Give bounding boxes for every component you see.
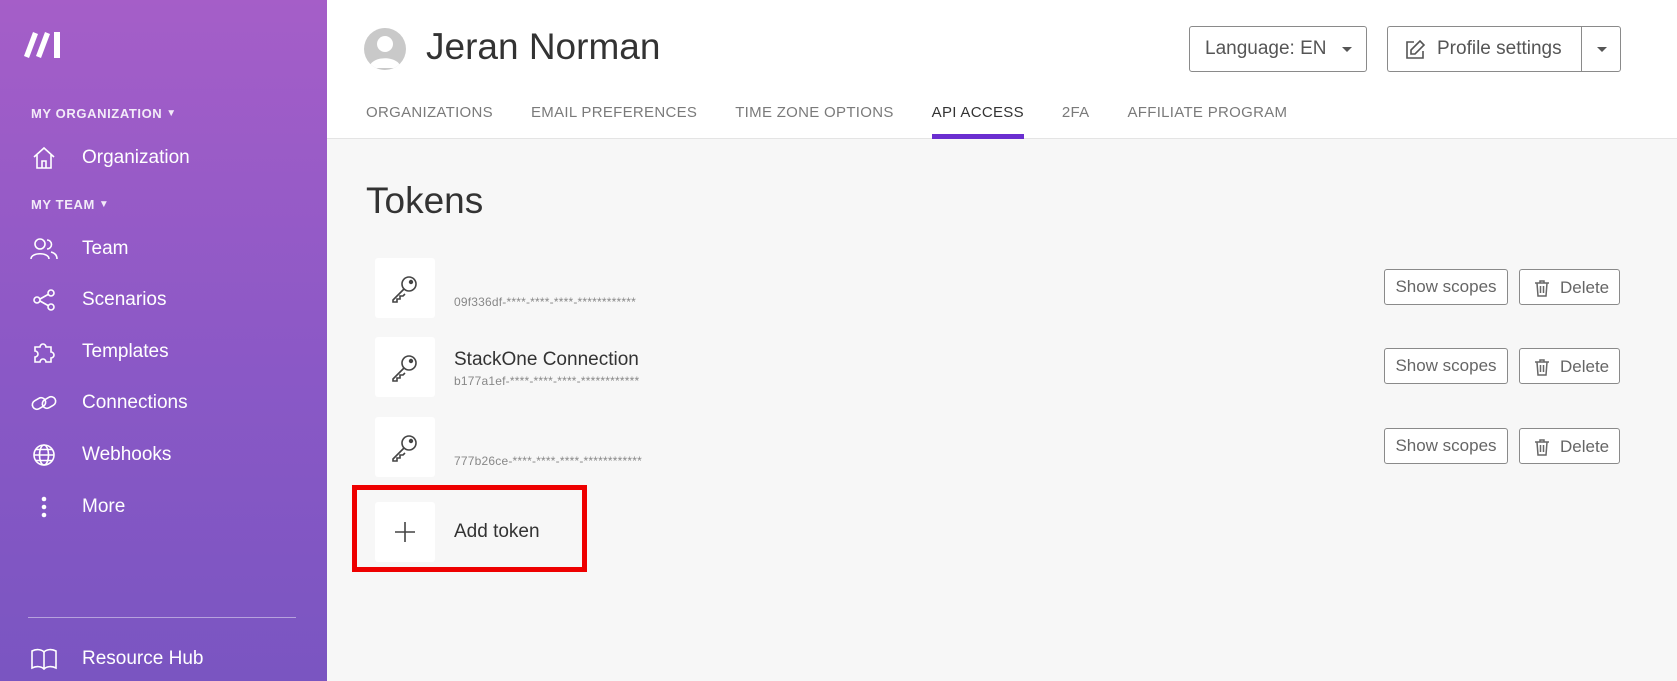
token-row: 777b26ce-****-****-****-************ Sho… (375, 417, 1620, 477)
profile-tabs: ORGANIZATIONS EMAIL PREFERENCES TIME ZON… (366, 104, 1325, 139)
tab-label: API ACCESS (931, 104, 1024, 121)
key-icon (375, 417, 435, 477)
tab-label: AFFILIATE PROGRAM (1127, 104, 1288, 121)
sidebar: MY ORGANIZATION ▼ Organization MY TEAM ▼… (0, 0, 327, 681)
delete-token-button[interactable]: Delete (1519, 348, 1620, 384)
show-scopes-button[interactable]: Show scopes (1384, 428, 1508, 464)
profile-settings-dropdown-button[interactable] (1581, 26, 1621, 72)
home-icon (30, 144, 58, 172)
puzzle-icon (30, 338, 58, 366)
make-logo-icon[interactable] (22, 28, 66, 58)
token-row: 09f336df-****-****-****-************ Sho… (375, 258, 1620, 318)
caret-down-icon: ▼ (98, 199, 110, 210)
token-id: b177a1ef-****-****-****-************ (454, 374, 640, 388)
sidebar-item-label: More (82, 496, 126, 517)
tab-label: EMAIL PREFERENCES (530, 104, 698, 121)
tab-time-zone-options[interactable]: TIME ZONE OPTIONS (735, 104, 893, 139)
tab-api-access[interactable]: API ACCESS (931, 104, 1025, 139)
section-label: MY TEAM (31, 197, 95, 212)
sidebar-item-label: Webhooks (82, 444, 172, 465)
my-team-section[interactable]: MY TEAM ▼ (31, 197, 109, 212)
trash-icon (1535, 280, 1549, 297)
trash-icon (1535, 439, 1549, 456)
tab-email-preferences[interactable]: EMAIL PREFERENCES (531, 104, 697, 139)
show-scopes-label: Show scopes (1395, 277, 1497, 296)
profile-header: Jeran Norman Language: EN Profile settin… (327, 0, 1677, 139)
delete-label: Delete (1560, 278, 1610, 297)
sidebar-item-label: Organization (82, 147, 190, 168)
token-row: StackOne Connection b177a1ef-****-****-*… (375, 337, 1620, 397)
sidebar-item-templates[interactable]: Templates (0, 330, 327, 374)
book-icon (30, 645, 58, 673)
tab-label: ORGANIZATIONS (366, 104, 493, 121)
key-icon (375, 258, 435, 318)
sidebar-divider (28, 617, 296, 618)
show-scopes-button[interactable]: Show scopes (1384, 348, 1508, 384)
tab-affiliate-program[interactable]: AFFILIATE PROGRAM (1127, 104, 1287, 139)
share-icon (30, 286, 58, 314)
section-label: MY ORGANIZATION (31, 106, 163, 121)
delete-token-button[interactable]: Delete (1519, 269, 1620, 305)
avatar[interactable] (364, 28, 406, 70)
link-icon (30, 389, 58, 417)
show-scopes-label: Show scopes (1395, 356, 1497, 375)
sidebar-item-label: Resource Hub (82, 648, 204, 669)
profile-settings-label: Profile settings (1437, 38, 1562, 59)
caret-down-icon (1342, 47, 1352, 52)
language-button[interactable]: Language: EN (1189, 26, 1367, 72)
page-title: Tokens (366, 180, 484, 221)
sidebar-item-resource-hub[interactable]: Resource Hub (0, 637, 327, 681)
trash-icon (1535, 359, 1549, 376)
sidebar-item-team[interactable]: Team (0, 227, 327, 271)
more-vertical-icon (30, 493, 58, 521)
team-icon (30, 235, 58, 263)
delete-token-button[interactable]: Delete (1519, 428, 1620, 464)
plus-icon (375, 502, 435, 562)
tab-organizations[interactable]: ORGANIZATIONS (366, 104, 493, 139)
globe-icon (30, 441, 58, 469)
token-id: 777b26ce-****-****-****-************ (454, 454, 642, 468)
sidebar-item-more[interactable]: More (0, 485, 327, 529)
delete-label: Delete (1560, 437, 1610, 456)
tab-label: 2FA (1061, 104, 1090, 121)
sidebar-item-label: Templates (82, 341, 169, 362)
show-scopes-button[interactable]: Show scopes (1384, 269, 1508, 305)
sidebar-item-label: Team (82, 238, 129, 259)
token-name: StackOne Connection (454, 349, 639, 370)
sidebar-item-label: Connections (82, 392, 188, 413)
key-icon (375, 337, 435, 397)
sidebar-item-organization[interactable]: Organization (0, 136, 327, 180)
profile-settings-button[interactable]: Profile settings (1387, 26, 1582, 72)
sidebar-item-connections[interactable]: Connections (0, 381, 327, 425)
my-organization-section[interactable]: MY ORGANIZATION ▼ (31, 106, 177, 121)
show-scopes-label: Show scopes (1395, 436, 1497, 455)
sidebar-item-webhooks[interactable]: Webhooks (0, 433, 327, 477)
caret-down-icon (1597, 47, 1607, 52)
delete-label: Delete (1560, 357, 1610, 376)
add-token-label: Add token (454, 521, 540, 542)
tab-label: TIME ZONE OPTIONS (735, 104, 894, 121)
add-token-button[interactable]: Add token (352, 485, 587, 572)
user-name: Jeran Norman (426, 26, 661, 67)
sidebar-item-label: Scenarios (82, 289, 167, 310)
language-button-label: Language: EN (1205, 38, 1327, 59)
sidebar-item-scenarios[interactable]: Scenarios (0, 278, 327, 322)
tab-2fa[interactable]: 2FA (1062, 104, 1090, 139)
caret-down-icon: ▼ (166, 108, 177, 119)
token-id: 09f336df-****-****-****-************ (454, 295, 636, 309)
edit-icon (1406, 39, 1426, 59)
